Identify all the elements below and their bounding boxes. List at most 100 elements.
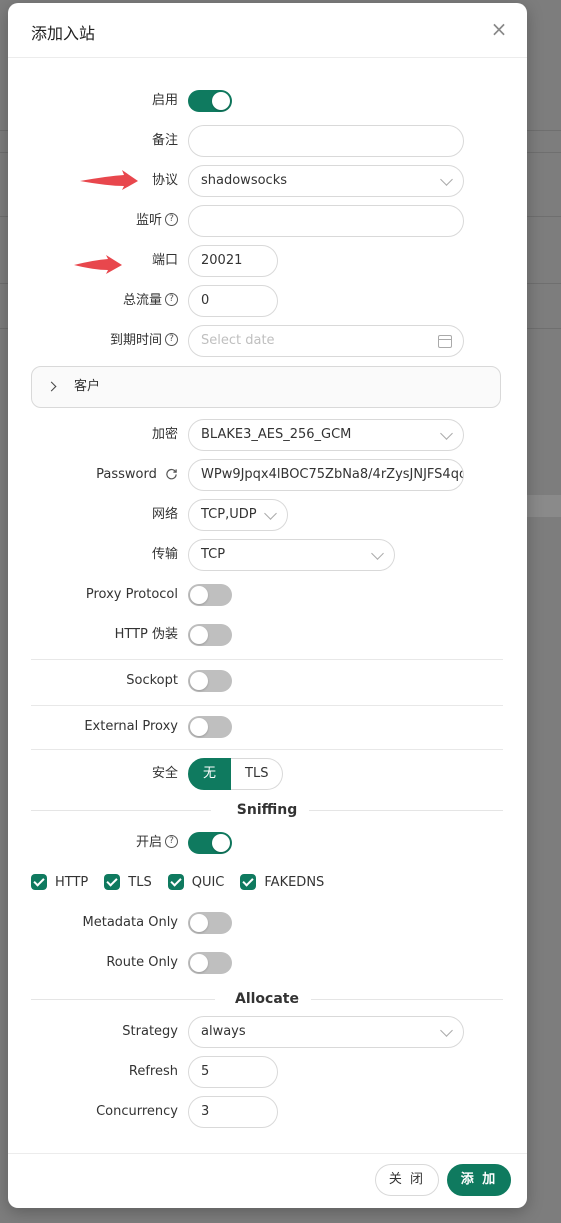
total-traffic-row: 总流量? 0 (8, 285, 527, 317)
chevron-right-icon (46, 381, 57, 392)
http-camouflage-row: HTTP 伪装 (8, 619, 527, 651)
sniff-quic-checkbox[interactable]: QUIC (167, 874, 224, 890)
port-label: 端口 (151, 253, 178, 268)
sniffing-enable-toggle[interactable] (188, 832, 232, 854)
modal-footer: 关 闭 添 加 (8, 1153, 527, 1208)
checkbox-label: HTTP (55, 874, 89, 890)
enable-toggle[interactable] (188, 90, 232, 112)
sniff-tls-checkbox[interactable]: TLS (104, 874, 152, 890)
sniff-http-checkbox[interactable]: HTTP (31, 874, 88, 890)
clients-title: 客户 (74, 379, 101, 394)
sockopt-row: Sockopt (8, 665, 527, 697)
refresh-label: Refresh (128, 1064, 178, 1079)
concurrency-row: Concurrency 3 (8, 1096, 527, 1128)
listen-input[interactable] (188, 205, 464, 237)
http-camouflage-label: HTTP 伪装 (114, 627, 178, 642)
network-value: TCP,UDP (201, 507, 257, 522)
sniffing-title: Sniffing (31, 800, 503, 820)
remark-label: 备注 (151, 133, 178, 148)
port-input[interactable]: 20021 (188, 245, 278, 277)
refresh-row: Refresh 5 (8, 1056, 527, 1088)
expiry-row: 到期时间? Select date (8, 325, 527, 357)
annotation-arrow-icon (74, 255, 122, 274)
network-label: 网络 (151, 507, 178, 522)
close-button[interactable]: 关 闭 (375, 1164, 439, 1196)
protocol-label: 协议 (151, 173, 178, 188)
transport-value: TCP (201, 547, 226, 562)
password-row: Password WPw9Jpqx4lBOC75ZbNa8/4rZysJNJFS… (8, 459, 527, 491)
add-button[interactable]: 添 加 (447, 1164, 511, 1196)
checkbox-checked-icon (104, 874, 121, 890)
divider (31, 705, 503, 706)
http-camouflage-toggle[interactable] (188, 624, 232, 646)
proxy-protocol-row: Proxy Protocol (8, 579, 527, 611)
security-option-tls[interactable]: TLS (231, 758, 284, 790)
toggle-knob (212, 92, 230, 110)
expiry-label: 到期时间? (110, 325, 178, 357)
protocol-select[interactable]: shadowsocks (188, 165, 464, 197)
sniffing-protocols: HTTP TLS QUIC FAKEDNS (31, 871, 340, 893)
cipher-value: BLAKE3_AES_256_GCM (201, 427, 352, 442)
divider (31, 749, 503, 750)
total-traffic-label: 总流量? (123, 285, 178, 317)
route-only-row: Route Only (8, 947, 527, 979)
transport-select[interactable]: TCP (188, 539, 395, 571)
checkbox-checked-icon (240, 874, 257, 890)
clients-collapse[interactable]: 客户 (31, 366, 501, 408)
listen-row: 监听? (8, 205, 527, 237)
sockopt-toggle[interactable] (188, 670, 232, 692)
checkbox-label: FAKEDNS (264, 874, 325, 890)
chevron-down-icon (264, 507, 277, 520)
toggle-knob (212, 834, 230, 852)
expiry-placeholder: Select date (201, 333, 275, 348)
allocate-section-header: Allocate (31, 989, 503, 1009)
route-only-label: Route Only (106, 955, 178, 970)
enable-row: 启用 (8, 85, 527, 117)
password-label: Password (96, 459, 178, 491)
toggle-knob (190, 914, 208, 932)
concurrency-label: Concurrency (96, 1104, 178, 1119)
strategy-value: always (201, 1024, 246, 1039)
sniff-fakedns-checkbox[interactable]: FAKEDNS (240, 874, 324, 890)
password-input[interactable]: WPw9Jpqx4lBOC75ZbNa8/4rZysJNJFS4qo (188, 459, 464, 491)
toggle-knob (190, 626, 208, 644)
metadata-only-toggle[interactable] (188, 912, 232, 934)
protocol-value: shadowsocks (201, 173, 287, 188)
cipher-label: 加密 (151, 427, 178, 442)
concurrency-input[interactable]: 3 (188, 1096, 278, 1128)
chevron-down-icon (371, 547, 384, 560)
allocate-title: Allocate (31, 989, 503, 1009)
security-row: 安全 无 TLS (8, 758, 527, 790)
help-circle-icon[interactable]: ? (165, 333, 178, 346)
cipher-select[interactable]: BLAKE3_AES_256_GCM (188, 419, 464, 451)
route-only-toggle[interactable] (188, 952, 232, 974)
help-circle-icon[interactable]: ? (165, 835, 178, 848)
refresh-icon[interactable] (165, 467, 178, 480)
network-select[interactable]: TCP,UDP (188, 499, 288, 531)
chevron-down-icon (440, 427, 453, 440)
network-row: 网络 TCP,UDP (8, 499, 527, 531)
help-circle-icon[interactable]: ? (165, 293, 178, 306)
sockopt-label: Sockopt (126, 673, 178, 688)
toggle-knob (190, 672, 208, 690)
chevron-down-icon (440, 1024, 453, 1037)
external-proxy-toggle[interactable] (188, 716, 232, 738)
listen-label: 监听? (136, 205, 178, 237)
annotation-arrow-icon (80, 170, 138, 190)
total-traffic-input[interactable]: 0 (188, 285, 278, 317)
external-proxy-label: External Proxy (84, 719, 178, 734)
security-segmented: 无 TLS (188, 758, 284, 790)
security-option-none[interactable]: 无 (188, 758, 232, 790)
expiry-date-picker[interactable]: Select date (188, 325, 464, 357)
transport-row: 传输 TCP (8, 539, 527, 571)
refresh-input[interactable]: 5 (188, 1056, 278, 1088)
strategy-select[interactable]: always (188, 1016, 464, 1048)
remark-row: 备注 (8, 125, 527, 157)
help-circle-icon[interactable]: ? (165, 213, 178, 226)
cipher-row: 加密 BLAKE3_AES_256_GCM (8, 419, 527, 451)
strategy-label: Strategy (122, 1024, 178, 1039)
remark-input[interactable] (188, 125, 464, 157)
external-proxy-row: External Proxy (8, 711, 527, 743)
proxy-protocol-toggle[interactable] (188, 584, 232, 606)
close-icon[interactable]: × (489, 19, 509, 39)
